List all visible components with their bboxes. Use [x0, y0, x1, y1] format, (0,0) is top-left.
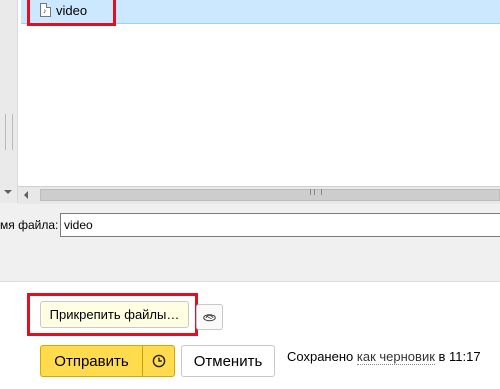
disk-icon: [203, 314, 216, 322]
compose-footer: Прикрепить файлы… Отправить Отменить Сох…: [0, 281, 500, 389]
scroll-left-arrow-icon[interactable]: [24, 191, 28, 199]
status-prefix: Сохранено: [287, 349, 354, 364]
cancel-button[interactable]: Отменить: [181, 345, 275, 377]
file-list: ♪ video: [18, 0, 500, 186]
draft-save-status: Сохранено как черновик в 11:17: [287, 349, 481, 365]
send-button[interactable]: Отправить: [40, 345, 142, 377]
attach-files-button[interactable]: Прикрепить файлы…: [40, 301, 189, 328]
disk-attach-button[interactable]: [196, 304, 223, 330]
filename-label: мя файла:: [0, 218, 59, 232]
file-open-dialog: ♪ video мя файла:: [0, 0, 500, 281]
vertical-scrollbar[interactable]: [0, 0, 18, 203]
clock-icon: [152, 354, 165, 368]
scroll-grip[interactable]: [5, 114, 13, 150]
status-time: в 11:17: [438, 349, 481, 364]
scroll-thumb[interactable]: [40, 189, 500, 201]
scheduled-send-button[interactable]: [142, 345, 175, 377]
draft-link[interactable]: как черновик: [356, 349, 435, 365]
file-highlight-box: [27, 0, 116, 26]
scroll-grip-icon: [310, 189, 322, 195]
horizontal-scrollbar[interactable]: [18, 186, 500, 204]
filename-input[interactable]: [60, 213, 500, 237]
scroll-down-arrow-icon[interactable]: [4, 190, 12, 194]
